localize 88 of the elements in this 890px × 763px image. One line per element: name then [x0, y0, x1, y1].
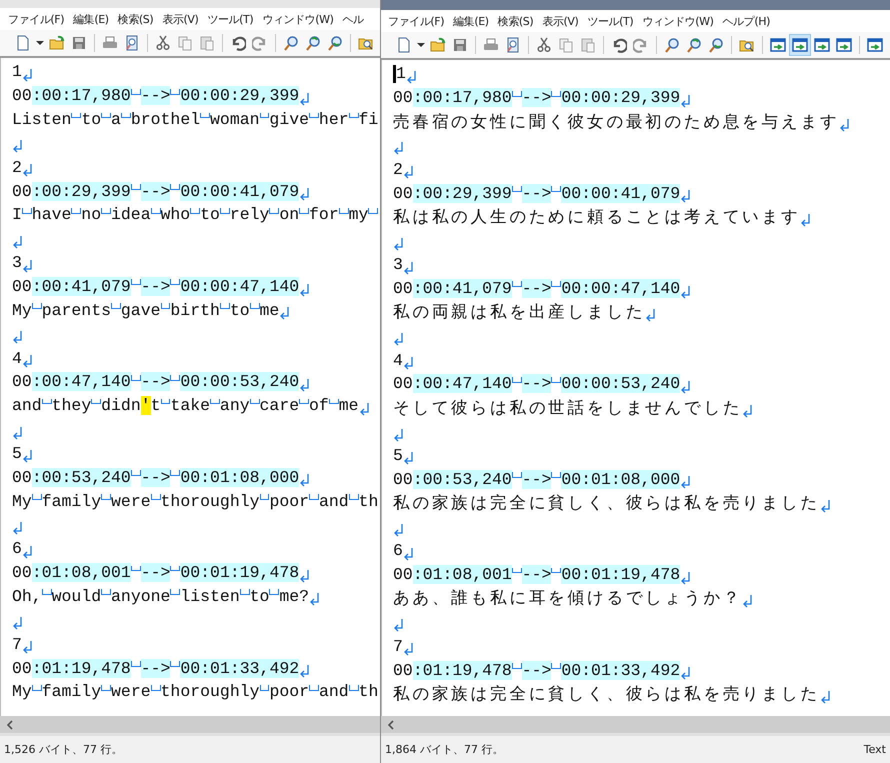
scissors-icon: [155, 35, 171, 51]
text-line: and they didn't take any care of me: [12, 396, 359, 416]
magnifier-icon: [327, 35, 343, 51]
text-line: 1: [12, 62, 22, 82]
text-line: Oh, would anyone listen to me?: [12, 586, 310, 606]
clipboard-icon: [580, 37, 596, 53]
menu-item[interactable]: ヘルプ(H): [722, 14, 770, 28]
text-line: 00:00:17,980 --> 00:00:29,399: [393, 88, 680, 108]
text-line: 00:00:53,240 --> 00:01:08,000: [393, 470, 680, 489]
text-line: My parents gave birth to me: [12, 300, 280, 320]
horizontal-scrollbar[interactable]: [0, 716, 380, 733]
text-line: 00:01:19,478 --> 00:01:33,492: [12, 658, 300, 678]
document-icon: [396, 37, 412, 53]
text-line: 00:00:29,399 --> 00:00:41,079: [393, 184, 680, 203]
menu-item[interactable]: 表示(V): [542, 14, 578, 28]
text-line: 私の家族は完全に貧しく、彼らは私を売りました: [393, 684, 820, 705]
menu-item[interactable]: ウィンドウ(W): [642, 14, 714, 28]
menu-item[interactable]: ファイル(F): [388, 14, 444, 28]
menu-item[interactable]: 検索(S): [498, 14, 534, 28]
menu-item[interactable]: 表示(V): [162, 12, 198, 26]
text-line: 00:00:53,240 --> 00:01:08,000: [12, 468, 300, 487]
text-line: 6: [12, 539, 22, 558]
redo-arrow-icon: [633, 37, 649, 53]
text-line: 00:01:08,001 --> 00:01:19,478: [393, 565, 680, 584]
text-line: 00:00:47,140 --> 00:00:53,240: [12, 372, 300, 392]
text-line: 売春宿の女性に聞く彼女の最初のため息を与えます: [393, 112, 840, 133]
menu-item[interactable]: ヘル: [342, 12, 364, 26]
status-text: 1,526 バイト、77 行。: [4, 742, 122, 757]
text-line: My family were thoroughly poor and th: [12, 682, 378, 702]
text-line: 1: [396, 64, 406, 84]
menu-item[interactable]: ファイル(F): [8, 12, 64, 26]
status-text: Text: [864, 743, 886, 756]
folder-icon: [49, 35, 65, 51]
redo-arrow-icon: [252, 35, 268, 51]
status-text: 1,864 バイト、77 行。: [385, 742, 504, 757]
text-line: 00:00:29,399 --> 00:00:41,079: [12, 182, 300, 201]
undo-arrow-icon: [230, 35, 246, 51]
text-line: 6: [393, 541, 403, 560]
toolbar-button[interactable]: [789, 34, 811, 56]
text-line: 私は私の人生のために頼ることは考えています: [393, 206, 800, 228]
magnifier-icon: [664, 37, 680, 53]
text-line: 00:00:17,980 --> 00:00:29,399: [12, 86, 300, 106]
menu-item[interactable]: ツール(T): [207, 12, 254, 26]
text-line: 2: [12, 158, 22, 177]
scissors-icon: [536, 37, 552, 53]
text-line: 私の家族は完全に貧しく、彼らは私を売りました: [393, 493, 820, 514]
menu-item[interactable]: 検索(S): [118, 12, 154, 26]
magnifier-icon: [708, 37, 724, 53]
document-icon: [15, 35, 31, 51]
text-line: そして彼らは私の世話をしませんでした: [393, 398, 742, 419]
text-line: 7: [12, 634, 22, 654]
clipboard-icon: [199, 35, 215, 51]
caret-icon: [36, 41, 44, 45]
text-line: 2: [393, 160, 403, 179]
menu-item[interactable]: ウィンドウ(W): [262, 12, 334, 26]
text-line: 4: [12, 348, 22, 368]
text-line: My family were thoroughly poor and th: [12, 492, 378, 511]
undo-arrow-icon: [611, 37, 627, 53]
text-line: 00:00:41,079 --> 00:00:47,140: [393, 279, 680, 298]
menu-item[interactable]: ツール(T): [587, 14, 634, 28]
text-line: ああ、誰も私に耳を傾けるでしょうか？: [393, 588, 742, 610]
text-line: 00:00:41,079 --> 00:00:47,140: [12, 277, 300, 296]
text-line: Listen to a brothel woman give her fi: [12, 110, 378, 130]
magnifier-icon: [686, 37, 702, 53]
magnifier-icon: [305, 35, 321, 51]
text-line: 00:01:19,478 --> 00:01:33,492: [393, 660, 680, 680]
copy-icon: [558, 37, 574, 53]
menu-item[interactable]: 編集(E): [73, 12, 109, 26]
text-line: 3: [393, 255, 403, 274]
text-line: 00:01:08,001 --> 00:01:19,478: [12, 563, 300, 582]
text-line: 私の両親は私を出産しました: [393, 302, 646, 324]
caret-icon: [417, 43, 425, 47]
text-line: 3: [12, 253, 22, 272]
text-line: I have no idea who to rely on for my: [12, 205, 378, 224]
printer-icon: [102, 35, 118, 51]
text-line: 5: [12, 444, 22, 463]
menu-item[interactable]: 編集(E): [453, 14, 489, 28]
text-line: 5: [393, 446, 403, 465]
text-line: 7: [393, 636, 403, 656]
folder-icon: [430, 37, 446, 53]
copy-icon: [177, 35, 193, 51]
text-line: 00:00:47,140 --> 00:00:53,240: [393, 374, 680, 394]
page-magnifier-icon: [124, 35, 140, 51]
magnifier-icon: [283, 35, 299, 51]
printer-icon: [483, 37, 499, 53]
text-line: 4: [393, 350, 403, 370]
page-magnifier-icon: [505, 37, 521, 53]
horizontal-scrollbar[interactable]: [381, 716, 890, 733]
